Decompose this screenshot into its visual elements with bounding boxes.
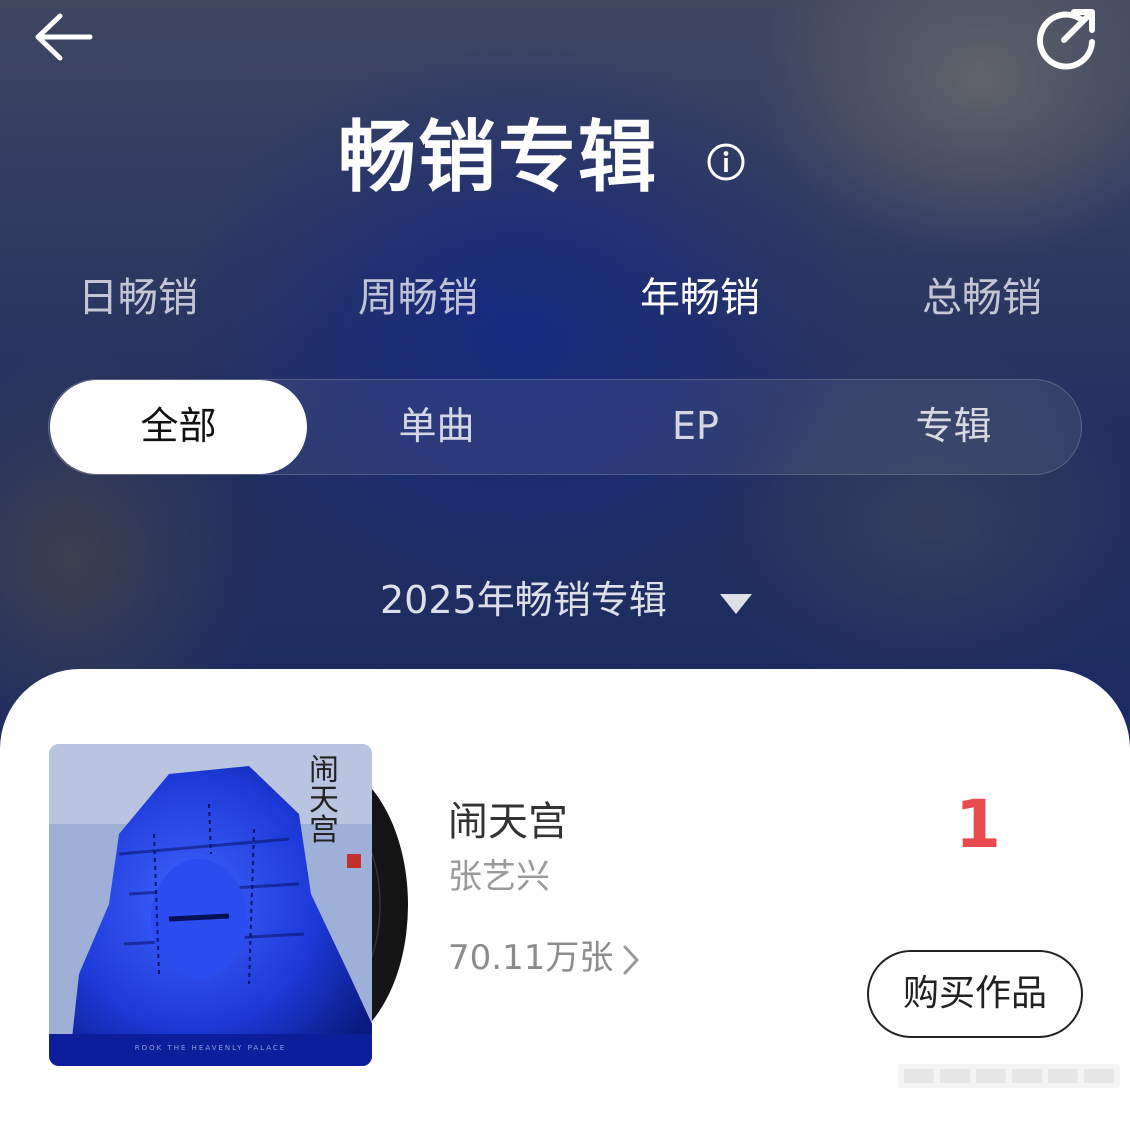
cover-subtitle-text: ROOK THE HEAVENLY PALACE [134, 1044, 287, 1052]
page-indicator [896, 1062, 1122, 1090]
info-icon[interactable] [706, 142, 746, 182]
filter-album[interactable]: 专辑 [825, 400, 1082, 452]
filter-single[interactable]: 单曲 [308, 400, 565, 452]
album-cover[interactable]: 闹天宫 ROOK THE HEAVENLY PALACE [49, 744, 372, 1066]
filter-all[interactable]: 全部 [50, 400, 307, 452]
filter-ep[interactable]: EP [567, 400, 824, 452]
share-icon[interactable] [1034, 6, 1100, 70]
caret-down-icon[interactable] [718, 592, 754, 616]
buy-button[interactable]: 购买作品 [867, 950, 1083, 1038]
album-title[interactable]: 闹天宫 [448, 795, 568, 849]
rank-number: 1 [955, 786, 1001, 863]
album-artist[interactable]: 张艺兴 [448, 853, 550, 901]
tab-all-time[interactable]: 总畅销 [922, 272, 1042, 324]
back-arrow-icon[interactable] [32, 10, 96, 66]
year-select[interactable]: 2025年畅销专辑 [380, 572, 667, 628]
page-title: 畅销专辑 [338, 113, 659, 203]
cover-title-text: 闹天宫 [309, 753, 339, 848]
tab-daily[interactable]: 日畅销 [78, 272, 198, 324]
tab-weekly[interactable]: 周畅销 [358, 272, 478, 324]
chevron-right-icon[interactable] [620, 944, 642, 976]
tab-yearly[interactable]: 年畅销 [640, 272, 760, 324]
album-sales[interactable]: 70.11万张 [448, 934, 613, 982]
